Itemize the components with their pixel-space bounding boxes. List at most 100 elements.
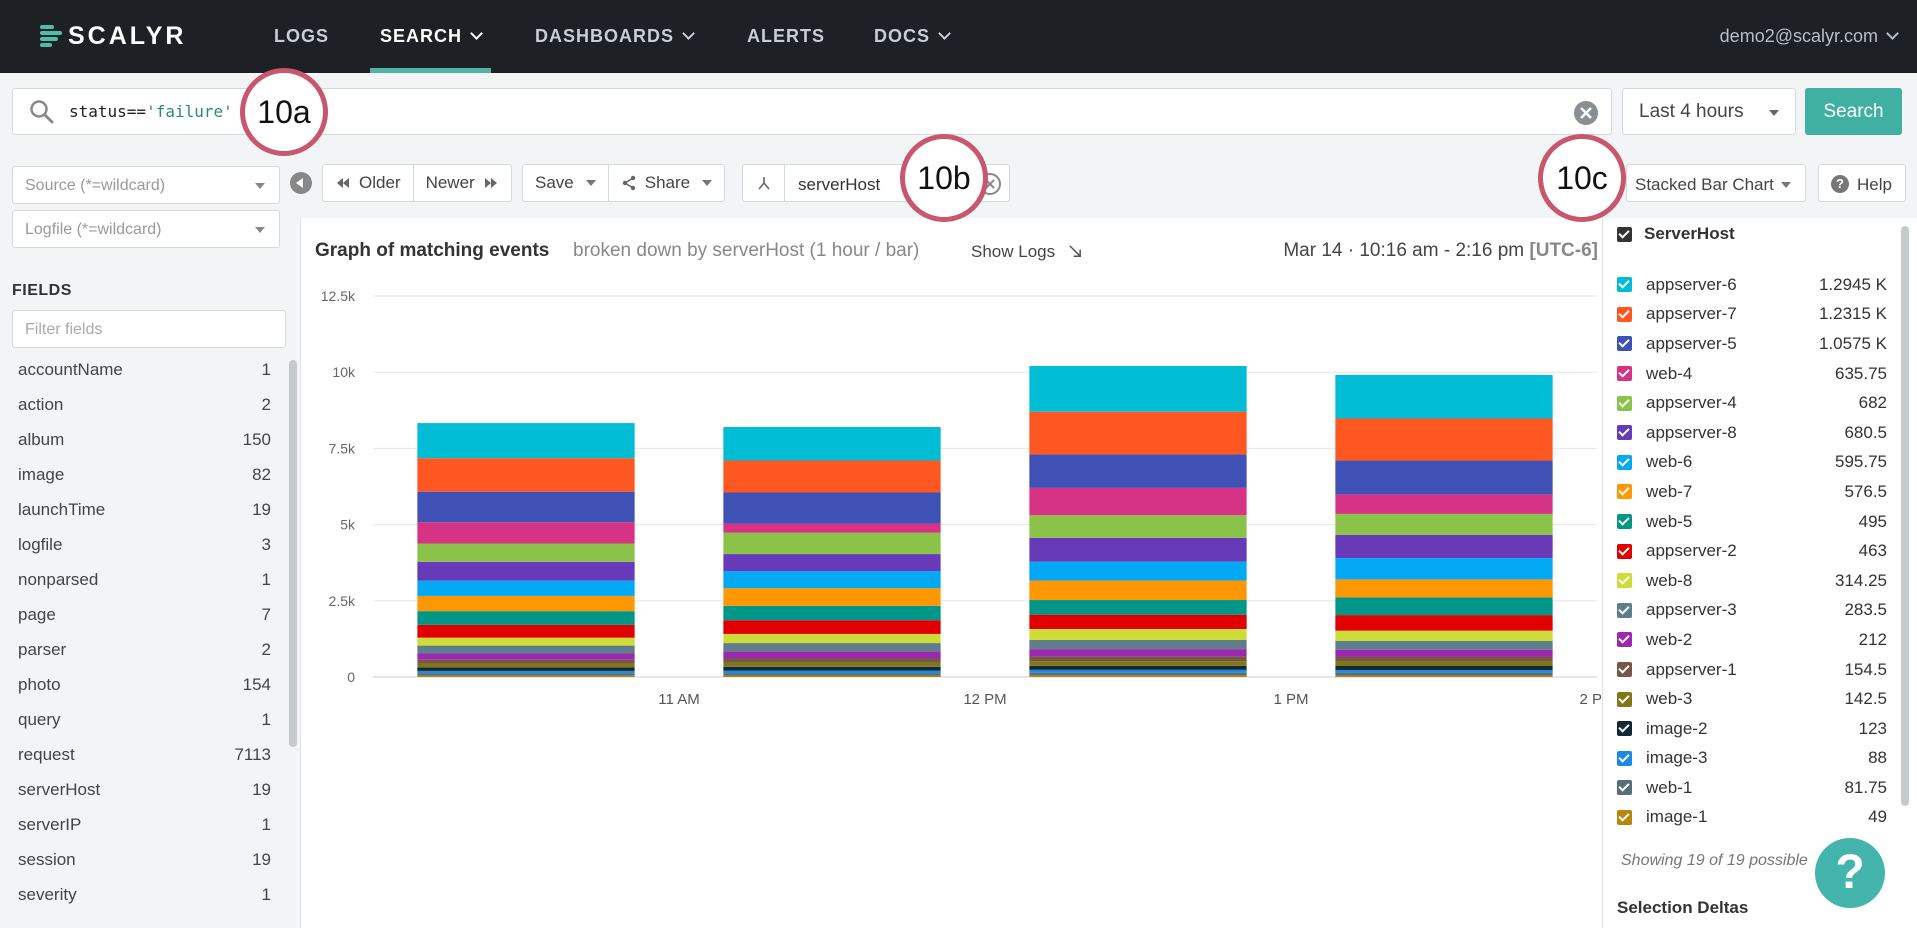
bar-segment-web-4[interactable] — [417, 522, 635, 544]
bar-segment-appserver-2[interactable] — [723, 620, 941, 634]
bar-segment-web-4[interactable] — [723, 523, 941, 533]
legend-item[interactable]: appserver-6 1.2945 K — [1617, 270, 1887, 300]
series-checkbox[interactable] — [1617, 395, 1632, 411]
bar-segment-web-4[interactable] — [1029, 487, 1247, 516]
chart-type-select[interactable]: Stacked Bar Chart — [1626, 164, 1806, 202]
legend-item[interactable]: appserver-2 463 — [1617, 536, 1887, 566]
field-item[interactable]: nonparsed 1 — [0, 570, 285, 605]
nav-dashboards[interactable]: DASHBOARDS — [535, 0, 695, 73]
bar-segment-image-3[interactable] — [417, 670, 635, 674]
bar-segment-appserver-6[interactable] — [1029, 365, 1247, 412]
bar-segment-appserver-2[interactable] — [1335, 615, 1553, 631]
legend-header[interactable]: ServerHost — [1617, 224, 1735, 244]
bar-segment-image-3[interactable] — [1335, 670, 1553, 673]
bar-segment-appserver-7[interactable] — [417, 458, 635, 492]
series-checkbox[interactable] — [1617, 454, 1632, 470]
bar-segment-appserver-4[interactable] — [723, 532, 941, 555]
bar-segment-appserver-2[interactable] — [417, 624, 635, 638]
legend-item[interactable]: web-1 81.75 — [1617, 773, 1887, 803]
select-all-checkbox[interactable] — [1617, 226, 1632, 242]
series-checkbox[interactable] — [1617, 425, 1632, 441]
field-item[interactable]: session 19 — [0, 850, 285, 885]
bar-segment-web-2[interactable] — [1335, 649, 1553, 657]
bar-segment-image-1[interactable] — [723, 675, 941, 677]
bar-segment-image-1[interactable] — [1335, 675, 1553, 677]
bar-segment-web-4[interactable] — [1335, 494, 1553, 514]
legend-item[interactable]: web-3 142.5 — [1617, 684, 1887, 714]
bar-segment-appserver-7[interactable] — [1335, 418, 1553, 461]
legend-item[interactable]: appserver-1 154.5 — [1617, 655, 1887, 685]
series-checkbox[interactable] — [1617, 632, 1632, 648]
user-menu[interactable]: demo2@scalyr.com — [1720, 0, 1899, 73]
legend-item[interactable]: appserver-3 283.5 — [1617, 596, 1887, 626]
bar-segment-appserver-4[interactable] — [417, 543, 635, 562]
bar-segment-appserver-5[interactable] — [1029, 454, 1247, 488]
clear-search-icon[interactable] — [1573, 100, 1599, 126]
legend-item[interactable]: appserver-5 1.0575 K — [1617, 329, 1887, 359]
bar-segment-web-1[interactable] — [1335, 672, 1553, 676]
field-item[interactable]: logfile 3 — [0, 535, 285, 570]
series-checkbox[interactable] — [1617, 484, 1632, 500]
bar-segment-appserver-1[interactable] — [1029, 656, 1247, 662]
field-item[interactable]: photo 154 — [0, 675, 285, 710]
field-item[interactable]: severity 1 — [0, 885, 285, 920]
bar-segment-appserver-7[interactable] — [1029, 411, 1247, 455]
bar-segment-appserver-3[interactable] — [417, 645, 635, 654]
bar-segment-image-3[interactable] — [1029, 669, 1247, 673]
bar-segment-appserver-8[interactable] — [723, 554, 941, 572]
bar-segment-web-5[interactable] — [723, 605, 941, 621]
bar-segment-web-6[interactable] — [1029, 561, 1247, 581]
field-item[interactable]: query 1 — [0, 710, 285, 745]
field-item[interactable]: image 82 — [0, 465, 285, 500]
bar-segment-web-8[interactable] — [1029, 628, 1247, 640]
bar-segment-web-2[interactable] — [1029, 649, 1247, 657]
series-checkbox[interactable] — [1617, 573, 1632, 589]
collapse-sidebar-icon[interactable] — [290, 172, 312, 194]
bar-segment-web-7[interactable] — [1029, 580, 1247, 601]
legend-item[interactable]: web-7 576.5 — [1617, 477, 1887, 507]
bar-segment-appserver-2[interactable] — [1029, 614, 1247, 629]
legend-item[interactable]: image-1 49 — [1617, 803, 1887, 833]
bar-segment-appserver-6[interactable] — [417, 423, 635, 459]
filter-fields-input[interactable]: Filter fields — [12, 310, 286, 348]
older-button[interactable]: Older — [323, 165, 414, 201]
series-checkbox[interactable] — [1617, 721, 1632, 737]
search-button[interactable]: Search — [1805, 88, 1902, 135]
bar-segment-web-2[interactable] — [417, 653, 635, 660]
legend-item[interactable]: web-8 314.25 — [1617, 566, 1887, 596]
bar-segment-appserver-6[interactable] — [1335, 374, 1553, 419]
field-item[interactable]: accountName 1 — [0, 360, 285, 395]
bar-segment-appserver-7[interactable] — [723, 460, 941, 493]
share-button[interactable]: Share — [609, 165, 724, 201]
field-item[interactable]: album 150 — [0, 430, 285, 465]
help-chat-button[interactable]: ? — [1815, 838, 1885, 908]
save-button[interactable]: Save — [523, 165, 609, 201]
bar-segment-appserver-8[interactable] — [417, 561, 635, 581]
bar-segment-appserver-5[interactable] — [723, 492, 941, 524]
field-item[interactable]: serverIP 1 — [0, 815, 285, 850]
bar-segment-appserver-1[interactable] — [417, 659, 635, 664]
series-checkbox[interactable] — [1617, 750, 1632, 766]
bar-segment-appserver-5[interactable] — [1335, 460, 1553, 495]
bar-segment-web-3[interactable] — [1335, 661, 1553, 666]
bar-segment-web-7[interactable] — [1335, 579, 1553, 598]
series-checkbox[interactable] — [1617, 336, 1632, 352]
field-item[interactable]: parser 2 — [0, 640, 285, 675]
bar-segment-web-3[interactable] — [723, 662, 941, 667]
series-checkbox[interactable] — [1617, 809, 1632, 825]
bar-segment-appserver-3[interactable] — [1029, 639, 1247, 650]
bar-segment-image-1[interactable] — [417, 675, 635, 677]
bar-segment-web-8[interactable] — [723, 633, 941, 644]
scalyr-logo[interactable]: SCALYR — [40, 20, 187, 52]
legend-item[interactable]: web-5 495 — [1617, 507, 1887, 537]
legend-item[interactable]: image-3 88 — [1617, 744, 1887, 774]
sidebar-scrollbar[interactable] — [289, 360, 297, 747]
bar-segment-web-6[interactable] — [417, 580, 635, 596]
bar-segment-web-1[interactable] — [1029, 672, 1247, 676]
bar-segment-web-6[interactable] — [1335, 558, 1553, 580]
bar-segment-image-2[interactable] — [417, 667, 635, 671]
legend-scrollbar[interactable] — [1901, 226, 1909, 806]
bar-segment-web-5[interactable] — [1335, 597, 1553, 616]
bar-segment-image-3[interactable] — [723, 670, 941, 674]
legend-item[interactable]: web-2 212 — [1617, 625, 1887, 655]
